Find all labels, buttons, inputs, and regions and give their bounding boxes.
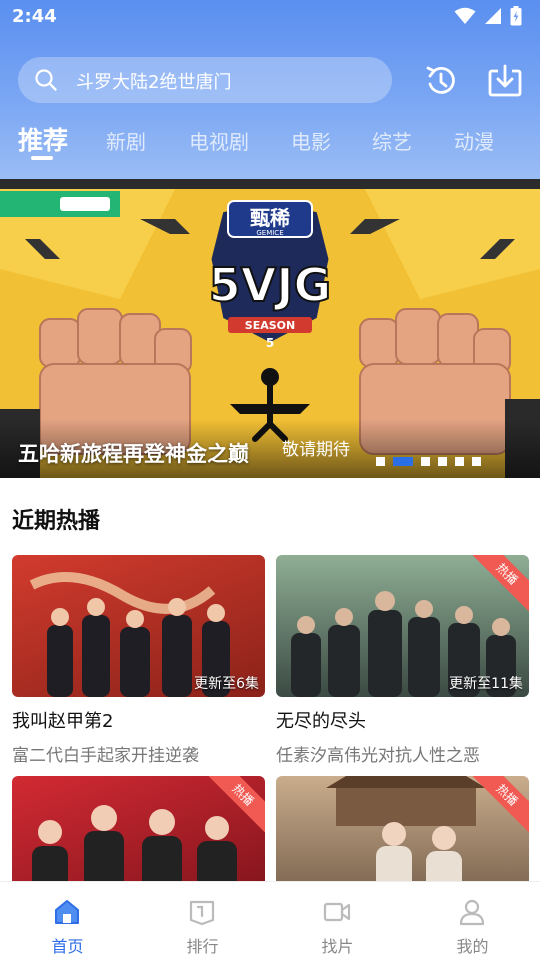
tab-variety[interactable]: 综艺 bbox=[372, 126, 412, 155]
carousel-dot bbox=[455, 457, 464, 466]
banner-season-text: SEASON bbox=[245, 319, 295, 332]
bottom-navigation: 首页 排行 找片 我的 bbox=[0, 881, 540, 960]
banner-caption: 五哈新旅程再登神金之巅 bbox=[18, 442, 249, 466]
nav-ranking[interactable]: 排行 bbox=[135, 882, 270, 960]
status-icons bbox=[454, 6, 522, 26]
banner-subcaption: 敬请期待 bbox=[282, 440, 350, 460]
history-icon bbox=[426, 66, 455, 94]
banner-show-mark: 5VJG bbox=[209, 258, 331, 312]
category-tabs: 推荐 新剧 电视剧 电影 综艺 动漫 bbox=[0, 118, 540, 168]
carousel-dot bbox=[376, 457, 385, 466]
tab-new-drama[interactable]: 新剧 bbox=[106, 126, 146, 155]
show-title: 无尽的尽头 bbox=[276, 711, 366, 732]
episode-badge: 更新至6集 bbox=[194, 676, 259, 692]
video-camera-icon bbox=[323, 902, 351, 922]
nav-mine-label: 我的 bbox=[456, 937, 489, 956]
banner-season-number: 5 bbox=[266, 336, 274, 350]
download-button[interactable] bbox=[486, 62, 524, 100]
search-input[interactable]: 斗罗大陆2绝世唐门 bbox=[18, 57, 392, 103]
show-thumbnail: 更新至6集 bbox=[12, 555, 265, 697]
carousel-dot bbox=[421, 457, 430, 466]
carousel-dot-active bbox=[393, 457, 413, 466]
battery-icon bbox=[510, 6, 522, 26]
banner-image: 甄稀 GEMICE 5VJG SEASON 5 敬请期待 bbox=[0, 179, 540, 478]
banner-logo-text: 甄稀 bbox=[250, 206, 290, 230]
tab-tv-series[interactable]: 电视剧 bbox=[189, 126, 249, 155]
wifi-icon bbox=[454, 7, 476, 24]
status-time: 2:44 bbox=[12, 6, 57, 27]
user-icon bbox=[459, 899, 485, 926]
nav-mine[interactable]: 我的 bbox=[405, 882, 540, 960]
banner-carousel[interactable]: 甄稀 GEMICE 5VJG SEASON 5 敬请期待 bbox=[0, 179, 540, 478]
signal-icon bbox=[485, 8, 501, 24]
carousel-dot bbox=[438, 457, 447, 466]
active-tab-indicator bbox=[31, 156, 53, 160]
show-title: 我叫赵甲第2 bbox=[12, 711, 114, 732]
show-subtitle: 富二代白手起家开挂逆袭 bbox=[12, 746, 199, 766]
tab-movie[interactable]: 电影 bbox=[291, 126, 331, 155]
search-icon bbox=[35, 69, 57, 91]
banner-logo-subtext: GEMICE bbox=[256, 229, 283, 237]
show-card[interactable]: 更新至6集 我叫赵甲第2 富二代白手起家开挂逆袭 bbox=[12, 555, 265, 766]
nav-home-label: 首页 bbox=[51, 937, 84, 956]
episode-badge: 更新至11集 bbox=[449, 676, 523, 692]
history-button[interactable] bbox=[422, 62, 460, 100]
tab-recommend[interactable]: 推荐 bbox=[18, 121, 68, 157]
nav-find-label: 找片 bbox=[321, 937, 354, 956]
carousel-dot bbox=[472, 457, 481, 466]
status-bar: 2:44 bbox=[0, 0, 540, 36]
ranking-icon bbox=[189, 900, 215, 926]
home-icon bbox=[55, 900, 79, 924]
show-thumbnail: 热播 更新至11集 bbox=[276, 555, 529, 697]
download-icon bbox=[488, 64, 522, 97]
carousel-indicator bbox=[376, 457, 481, 466]
tab-anime[interactable]: 动漫 bbox=[454, 126, 494, 155]
search-query: 斗罗大陆2绝世唐门 bbox=[76, 72, 232, 93]
show-card[interactable]: 热播 更新至11集 无尽的尽头 任素汐高伟光对抗人性之恶 bbox=[276, 555, 529, 766]
nav-ranking-label: 排行 bbox=[186, 937, 219, 956]
section-title: 近期热播 bbox=[12, 509, 101, 534]
nav-find[interactable]: 找片 bbox=[270, 882, 405, 960]
show-subtitle: 任素汐高伟光对抗人性之恶 bbox=[276, 746, 480, 766]
nav-home[interactable]: 首页 bbox=[0, 882, 135, 960]
